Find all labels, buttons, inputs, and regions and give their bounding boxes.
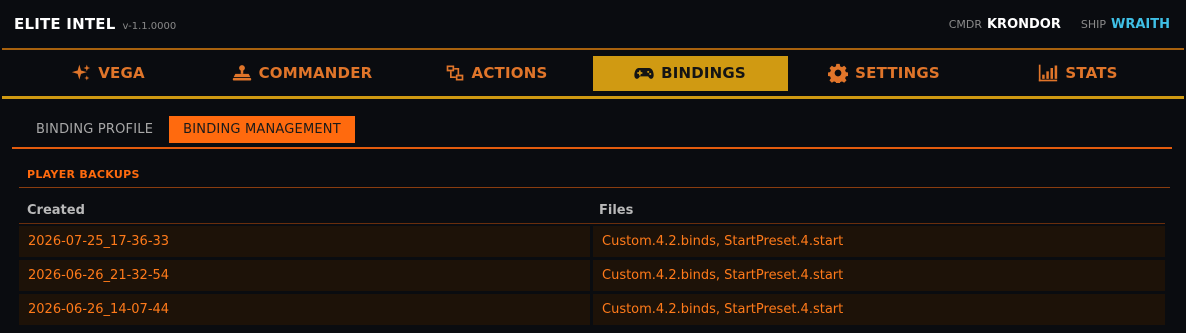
tab-settings-label: SETTINGS xyxy=(855,64,940,82)
cmdr-name: KRONDOR xyxy=(986,16,1061,32)
subtab-binding-management[interactable]: BINDING MANAGEMENT xyxy=(169,116,355,143)
cmdr-label: CMDR xyxy=(948,17,982,31)
app-version: v-1.1.0000 xyxy=(122,21,177,32)
bar-chart-icon xyxy=(1039,64,1058,82)
section-divider xyxy=(19,187,1170,188)
cell-created: 2026-06-26_21-32-54 xyxy=(19,260,590,291)
tab-commander[interactable]: COMMANDER xyxy=(205,56,400,91)
tab-bindings[interactable]: BINDINGS xyxy=(592,55,788,91)
tab-stats[interactable]: STATS xyxy=(981,56,1176,91)
actions-icon xyxy=(446,65,463,81)
gear-icon xyxy=(828,63,849,83)
tab-vega[interactable]: VEGA xyxy=(11,56,206,91)
cell-created: 2026-07-25_17-36-33 xyxy=(19,226,590,257)
nav-divider xyxy=(2,96,1184,99)
ship-label: SHIP xyxy=(1080,17,1106,31)
tab-actions[interactable]: ACTIONS xyxy=(399,56,594,91)
main-nav: VEGA COMMANDER ACTIONS BINDINGS SETTINGS xyxy=(0,50,1186,96)
sparkle-icon xyxy=(72,64,91,81)
column-header-created[interactable]: Created xyxy=(19,196,591,223)
gamepad-icon xyxy=(634,68,654,79)
tab-bindings-label: BINDINGS xyxy=(661,64,746,82)
tab-stats-label: STATS xyxy=(1065,64,1118,82)
backups-table: Created Files 2026-07-25_17-36-33 Custom… xyxy=(19,196,1165,326)
app-header: ELITE INTEL v-1.1.0000 CMDR KRONDOR SHIP… xyxy=(0,0,1186,48)
app-title: ELITE INTEL xyxy=(14,15,116,33)
tab-vega-label: VEGA xyxy=(98,64,145,82)
tab-actions-label: ACTIONS xyxy=(471,64,548,82)
table-row[interactable]: 2026-07-25_17-36-33 Custom.4.2.binds, St… xyxy=(19,224,1165,258)
cell-files: Custom.4.2.binds, StartPreset.4.start xyxy=(593,226,1165,257)
commander-icon xyxy=(232,65,251,81)
subtab-divider xyxy=(12,147,1172,149)
table-row[interactable]: 2026-06-26_14-07-44 Custom.4.2.binds, St… xyxy=(19,292,1165,326)
commander-info: CMDR KRONDOR SHIP WRAITH xyxy=(949,17,1170,32)
section-title: PLAYER BACKUPS xyxy=(27,168,140,181)
column-header-files[interactable]: Files xyxy=(591,196,1165,223)
table-header: Created Files xyxy=(19,196,1165,224)
subtab-binding-profile[interactable]: BINDING PROFILE xyxy=(22,116,167,143)
tab-settings[interactable]: SETTINGS xyxy=(787,56,982,91)
sub-tabs: BINDING PROFILE BINDING MANAGEMENT xyxy=(22,116,355,143)
tab-commander-label: COMMANDER xyxy=(258,64,373,82)
table-row[interactable]: 2026-06-26_21-32-54 Custom.4.2.binds, St… xyxy=(19,258,1165,292)
cell-created: 2026-06-26_14-07-44 xyxy=(19,294,590,325)
cell-files: Custom.4.2.binds, StartPreset.4.start xyxy=(593,294,1165,325)
brand: ELITE INTEL v-1.1.0000 xyxy=(14,15,176,33)
ship-name: WRAITH xyxy=(1111,16,1170,32)
cell-files: Custom.4.2.binds, StartPreset.4.start xyxy=(593,260,1165,291)
